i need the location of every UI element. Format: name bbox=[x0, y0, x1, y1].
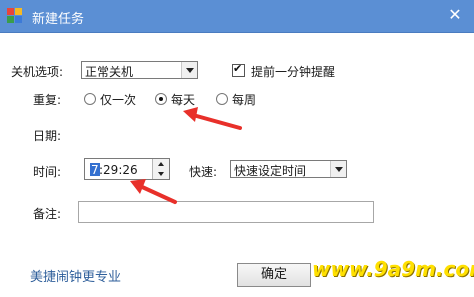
annotation-arrows bbox=[130, 107, 242, 204]
arrow-to-daily-icon bbox=[183, 107, 242, 130]
arrow-to-time-icon bbox=[130, 179, 177, 204]
